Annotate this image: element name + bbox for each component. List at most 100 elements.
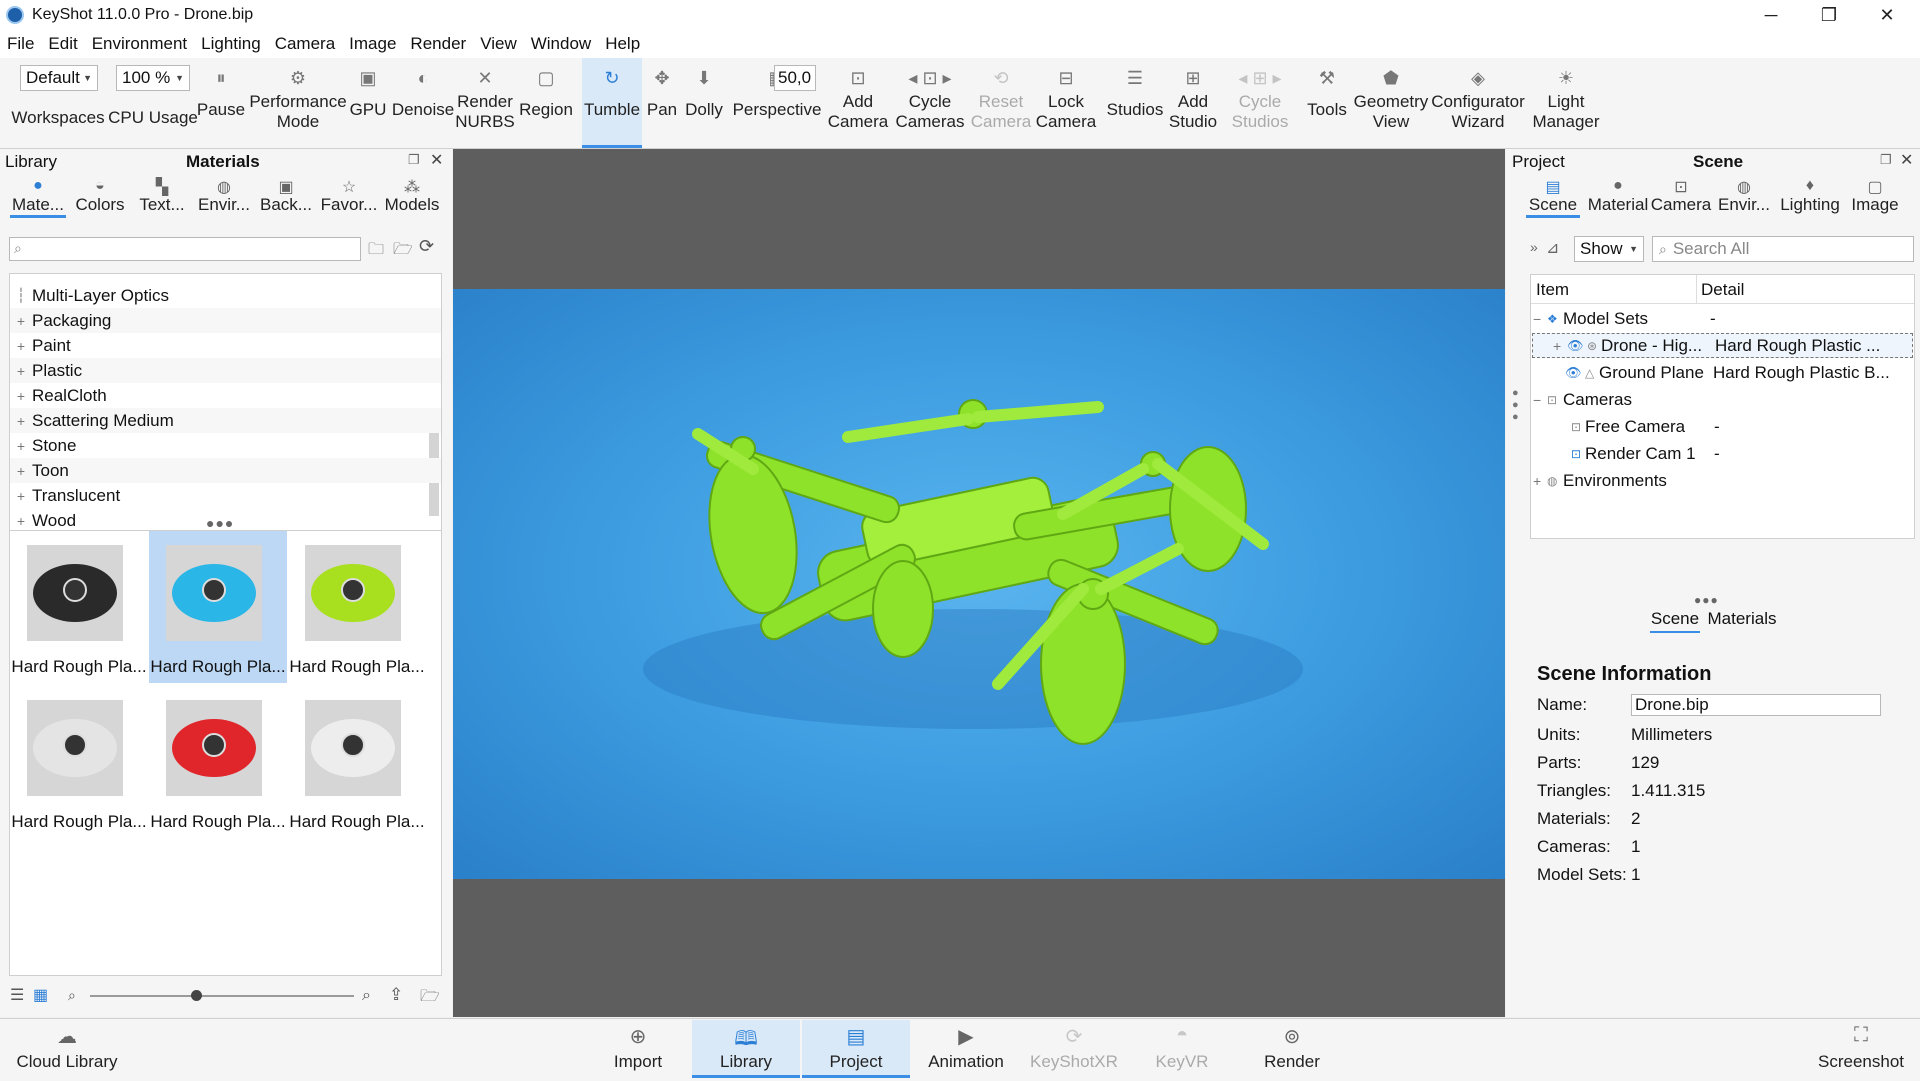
upload-icon[interactable]: ⇪ [389,985,403,1005]
tree-item-multi-layer-optics[interactable]: ┆ Multi-Layer Optics [10,283,441,308]
import-folder-icon[interactable]: 🗁 [393,238,413,265]
tab-scene[interactable]: ▤ Scene [1526,177,1580,218]
tab-models[interactable]: ⁂ Models [382,177,442,215]
render-viewport[interactable] [453,149,1505,1017]
scene-render[interactable] [453,289,1505,879]
menu-image[interactable]: Image [342,34,403,54]
scene-row-ground-plane[interactable]: 👁 △ Ground Plane Hard Rough Plastic B... [1531,360,1914,385]
tree-item-translucent[interactable]: + Translucent [10,483,441,508]
tools-button[interactable]: ⚒ Tools [1300,58,1354,148]
undock-icon[interactable]: ❐ [1880,152,1892,168]
close-panel-icon[interactable]: ✕ [1900,150,1913,170]
column-detail[interactable]: Detail [1701,280,1744,300]
zoom-out-icon[interactable]: ⌕ [68,987,76,1004]
tree-item-toon[interactable]: + Toon [10,458,441,483]
list-view-icon[interactable]: ☰ [10,985,24,1005]
cycle-studios-button[interactable]: ◂ ⊞ ▸ Cycle Studios [1222,58,1298,148]
reset-camera-button[interactable]: ⟲ Reset Camera [966,58,1036,148]
cycle-cameras-button[interactable]: ◂ ⊡ ▸ Cycle Cameras [892,58,968,148]
scene-row-environments[interactable]: + ◍ Environments [1531,468,1914,493]
tab-materials[interactable]: ● Mate... [10,177,66,218]
tree-item-stone[interactable]: + Stone [10,433,441,458]
expand-plus-icon[interactable]: + [10,363,32,379]
splitter-handle-icon[interactable]: ●●● [206,515,234,531]
tree-item-realcloth[interactable]: + RealCloth [10,383,441,408]
scene-row-free-camera[interactable]: ⊡ Free Camera - [1531,414,1914,439]
zoom-in-icon[interactable]: ⌕ [362,987,371,1005]
library-search-input[interactable]: ⌕ [9,237,361,261]
drone-model[interactable] [453,289,1505,879]
keyshotxr-button[interactable]: ⟳ KeyShotXR [1020,1020,1128,1078]
menu-edit[interactable]: Edit [41,34,84,54]
expand-plus-icon[interactable]: + [10,488,32,504]
denoise-button[interactable]: ◐ Denoise [388,58,458,148]
tab-lighting[interactable]: ♦ Lighting [1778,177,1842,215]
menu-render[interactable]: Render [403,34,473,54]
collapse-minus-icon[interactable]: − [1533,392,1547,408]
animation-button[interactable]: ▶ Animation [912,1020,1020,1078]
folder-icon[interactable]: 🗁 [420,985,440,1012]
menu-file[interactable]: File [0,34,41,54]
expand-plus-icon[interactable]: + [10,513,32,529]
import-button[interactable]: ⊕ Import [584,1020,692,1078]
region-button[interactable]: ▢ Region [516,58,576,148]
restore-button[interactable]: ❐ [1800,0,1858,30]
tab-material[interactable]: ● Material [1586,177,1650,215]
project-toggle-button[interactable]: ▤ Project [802,1020,910,1078]
column-item[interactable]: Item [1536,280,1569,300]
menu-camera[interactable]: Camera [268,34,342,54]
side-handle-icon[interactable]: ● ● ● [1512,387,1520,423]
render-nurbs-button[interactable]: ✕ Render NURBS [452,58,518,148]
tab-favorites[interactable]: ☆ Favor... [318,177,380,215]
scene-name-input[interactable]: Drone.bip [1631,694,1881,716]
expand-plus-icon[interactable]: + [10,413,32,429]
menu-environment[interactable]: Environment [85,34,194,54]
expand-plus-icon[interactable]: + [1533,473,1547,489]
material-thumbnail[interactable]: Hard Rough Pla... [288,686,426,838]
tab-environment[interactable]: ◍ Envir... [1716,177,1772,215]
splitter-handle-icon[interactable]: ●●● [1694,593,1719,607]
undock-icon[interactable]: ❐ [408,152,420,168]
geometry-view-button[interactable]: ⬟ Geometry View [1350,58,1432,148]
keyvr-button[interactable]: ◓ KeyVR [1128,1020,1236,1078]
add-camera-button[interactable]: ⊡ Add Camera [822,58,894,148]
visibility-eye-icon[interactable]: 👁 [1565,365,1585,381]
subtab-materials[interactable]: Materials [1704,609,1780,629]
studios-button[interactable]: ☰ Studios [1102,58,1168,148]
screenshot-button[interactable]: ⛶ Screenshot [1808,1020,1914,1078]
focal-length-field[interactable]: 50,0 [774,65,816,91]
expand-plus-icon[interactable]: + [10,338,32,354]
add-folder-icon[interactable]: 🗀 [368,238,384,265]
expand-plus-icon[interactable]: + [10,463,32,479]
render-button[interactable]: ⊚ Render [1238,1020,1346,1078]
light-manager-button[interactable]: ☀ Light Manager [1526,58,1606,148]
thumbnail-size-slider[interactable] [90,990,354,1001]
expand-plus-icon[interactable]: + [10,388,32,404]
add-studio-button[interactable]: ⊞ Add Studio [1162,58,1224,148]
close-window-button[interactable]: ✕ [1858,0,1916,30]
show-filter-dropdown[interactable]: Show ▼ [1574,236,1644,262]
tumble-button[interactable]: ↻ Tumble [582,58,642,148]
lock-camera-button[interactable]: ⊟ Lock Camera [1034,58,1098,148]
dolly-button[interactable]: ⬇ Dolly [680,58,728,148]
collapse-minus-icon[interactable]: − [1533,311,1547,327]
scene-row-model-sets[interactable]: − ❖ Model Sets - [1531,306,1914,331]
tab-camera[interactable]: ⊡ Camera [1650,177,1712,215]
material-thumbnail-selected[interactable]: Hard Rough Pla... [149,531,287,683]
tree-item-plastic[interactable]: + Plastic [10,358,441,383]
tree-item-scattering-medium[interactable]: + Scattering Medium [10,408,441,433]
menu-help[interactable]: Help [598,34,647,54]
scene-row-drone[interactable]: + 👁 ⊛ Drone - Hig... Hard Rough Plastic ... [1532,333,1913,358]
slider-handle[interactable] [190,990,202,1001]
menu-lighting[interactable]: Lighting [194,34,268,54]
material-thumbnail[interactable]: Hard Rough Pla... [288,531,426,683]
tab-backplates[interactable]: ▣ Back... [258,177,314,215]
minimize-button[interactable]: ─ [1742,0,1800,30]
tab-environments[interactable]: ◍ Envir... [196,177,252,215]
expand-arrows-icon[interactable]: » [1530,239,1538,255]
add-to-scene-icon[interactable]: ⊿ [1546,238,1559,258]
subtab-scene[interactable]: Scene [1650,609,1700,633]
cloud-library-button[interactable]: ☁ Cloud Library [12,1020,122,1078]
refresh-icon[interactable]: ⟳ [419,236,434,257]
tab-textures[interactable]: ▚ Text... [134,177,190,215]
